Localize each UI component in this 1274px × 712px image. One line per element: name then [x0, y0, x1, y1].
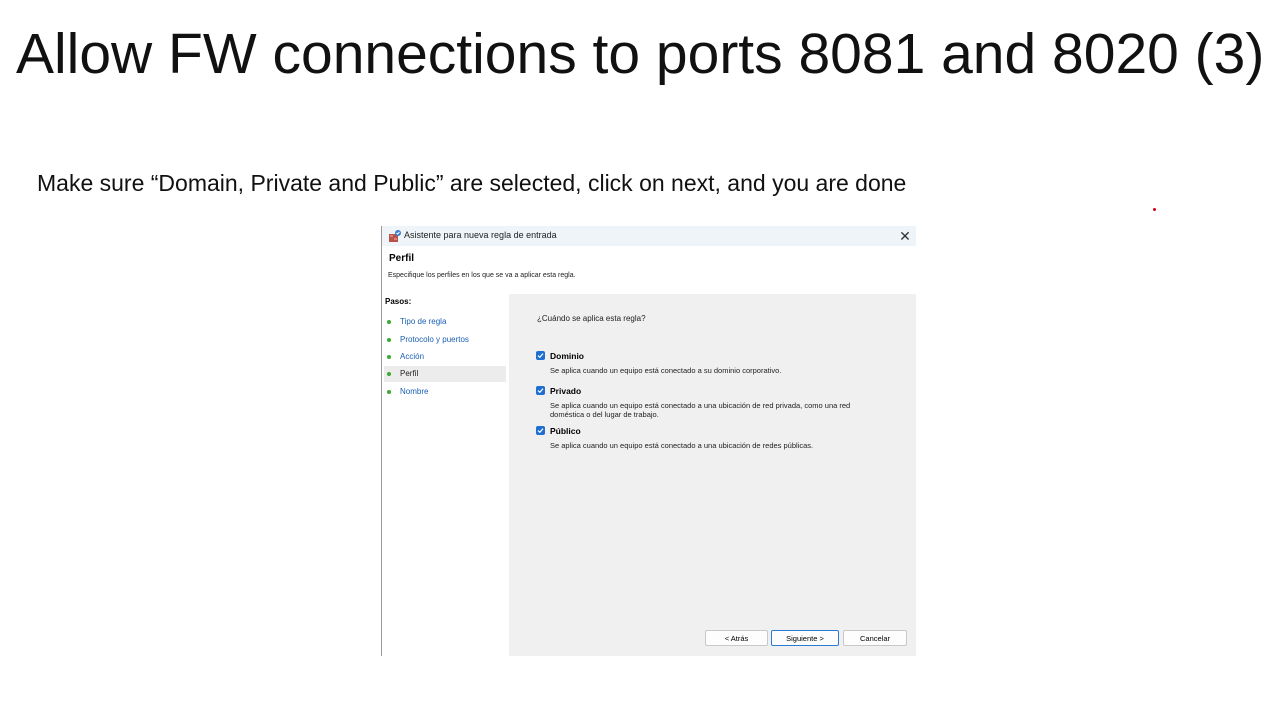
- step-label: Perfil: [400, 369, 419, 378]
- checkmark-icon: [537, 428, 544, 434]
- dominio-label[interactable]: Dominio: [550, 351, 584, 361]
- slide-instructions: Make sure “Domain, Private and Public” a…: [37, 170, 907, 196]
- step-tipo-de-regla[interactable]: Tipo de regla: [384, 314, 506, 330]
- content-panel: [509, 294, 916, 656]
- profile-question: ¿Cuándo se aplica esta regla?: [537, 314, 646, 323]
- close-icon[interactable]: ✕: [894, 226, 916, 246]
- dominio-checkbox[interactable]: [536, 351, 545, 360]
- red-dot-mark: [1153, 208, 1156, 211]
- slide-title: Allow FW connections to ports 8081 and 8…: [16, 22, 1265, 86]
- back-button[interactable]: < Atrás: [705, 630, 768, 646]
- dominio-description: Se aplica cuando un equipo está conectad…: [550, 366, 782, 375]
- privado-label[interactable]: Privado: [550, 386, 581, 396]
- next-button[interactable]: Siguiente >: [771, 630, 839, 646]
- privado-description: Se aplica cuando un equipo está conectad…: [550, 401, 851, 419]
- step-status-dot-icon: [387, 390, 391, 394]
- step-status-dot-icon: [387, 355, 391, 359]
- checkmark-icon: [537, 388, 544, 394]
- checkmark-icon: [537, 353, 544, 359]
- step-label: Protocolo y puertos: [400, 335, 469, 344]
- publico-checkbox[interactable]: [536, 426, 545, 435]
- dialog-title: Asistente para nueva regla de entrada: [404, 230, 557, 240]
- page-description: Especifique los perfiles en los que se v…: [388, 272, 576, 279]
- steps-heading: Pasos:: [385, 297, 412, 306]
- step-label: Nombre: [400, 387, 429, 396]
- dialog-titlebar: Asistente para nueva regla de entrada ✕: [382, 226, 916, 246]
- page-title: Perfil: [389, 253, 415, 264]
- step-status-dot-icon: [387, 338, 391, 342]
- new-inbound-rule-wizard-dialog: Asistente para nueva regla de entrada ✕ …: [381, 226, 916, 656]
- privado-checkbox[interactable]: [536, 386, 545, 395]
- cancel-button[interactable]: Cancelar: [843, 630, 907, 646]
- step-label: Tipo de regla: [400, 317, 447, 326]
- step-protocolo-y-puertos[interactable]: Protocolo y puertos: [384, 332, 506, 348]
- publico-description: Se aplica cuando un equipo está conectad…: [550, 441, 814, 450]
- step-label: Acción: [400, 352, 425, 361]
- firewall-wizard-icon: [388, 229, 402, 243]
- publico-label[interactable]: Público: [550, 426, 581, 436]
- step-perfil[interactable]: Perfil: [384, 366, 506, 382]
- step-status-dot-icon: [387, 372, 391, 376]
- step-status-dot-icon: [387, 320, 391, 324]
- step-nombre[interactable]: Nombre: [384, 384, 506, 400]
- step-accion[interactable]: Acción: [384, 349, 506, 365]
